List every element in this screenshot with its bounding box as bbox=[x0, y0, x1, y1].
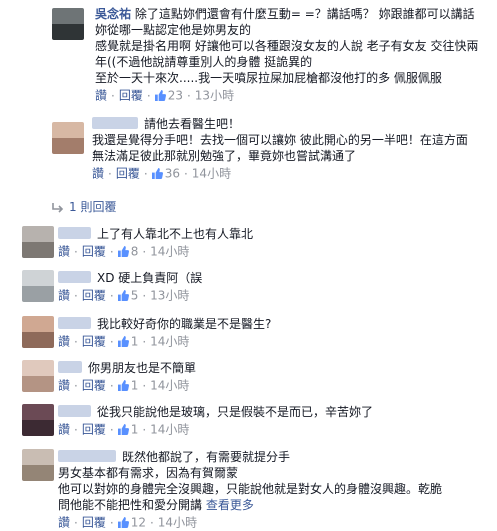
comment-actions: 讚 · 回覆 · 36 · 14小時 bbox=[92, 166, 232, 181]
like-count[interactable]: 8 bbox=[131, 245, 139, 259]
thumbs-up-icon bbox=[117, 380, 129, 391]
view-replies-link[interactable]: 1 則回覆 bbox=[52, 199, 116, 215]
reply-link[interactable]: 回覆 bbox=[82, 245, 106, 259]
see-more-link[interactable]: 查看更多 bbox=[206, 498, 254, 512]
like-count[interactable]: 1 bbox=[131, 379, 139, 393]
thumbs-up-icon bbox=[117, 424, 129, 435]
comment-actions: 讚 · 回覆 · 12 · 14小時 bbox=[58, 515, 198, 530]
avatar[interactable] bbox=[52, 122, 84, 154]
like-link[interactable]: 讚 bbox=[58, 335, 70, 349]
avatar[interactable] bbox=[22, 360, 54, 392]
comment-author[interactable] bbox=[58, 227, 91, 239]
thumbs-up-icon bbox=[154, 90, 166, 101]
like-count[interactable]: 23 bbox=[168, 89, 183, 103]
like-count[interactable]: 12 bbox=[131, 516, 146, 530]
like-count[interactable]: 5 bbox=[131, 289, 139, 303]
comment-author[interactable] bbox=[58, 361, 82, 373]
like-link[interactable]: 讚 bbox=[58, 516, 70, 530]
thumbs-up-icon bbox=[117, 290, 129, 301]
timestamp[interactable]: 14小時 bbox=[192, 167, 231, 181]
avatar[interactable] bbox=[22, 404, 54, 436]
timestamp[interactable]: 14小時 bbox=[150, 335, 189, 349]
avatar[interactable] bbox=[22, 316, 54, 348]
comment-text: 請他去看醫生吧！ bbox=[144, 117, 241, 131]
reply-link[interactable]: 回覆 bbox=[82, 379, 106, 393]
comment-actions: 讚 · 回覆 · 1 · 14小時 bbox=[58, 334, 190, 349]
comment-author[interactable] bbox=[58, 271, 91, 283]
comment-text: 至於一天十來次.....我一天噴尿拉屎加屁槍都沒他打的多 佩服佩服 bbox=[95, 71, 442, 85]
timestamp[interactable]: 14小時 bbox=[150, 245, 189, 259]
comment-text: 我比較好奇你的職業是不是醫生? bbox=[97, 317, 272, 331]
comment-text: 我還是覺得分手吧！去找一個可以讓妳 彼此開心的另一半吧！在這方面 bbox=[92, 133, 468, 147]
comment-actions: 讚 · 回覆 · 1 · 14小時 bbox=[58, 378, 190, 393]
reply-link[interactable]: 回覆 bbox=[82, 516, 106, 530]
timestamp[interactable]: 13小時 bbox=[195, 89, 234, 103]
like-count[interactable]: 1 bbox=[131, 423, 139, 437]
timestamp[interactable]: 14小時 bbox=[150, 379, 189, 393]
reply-link[interactable]: 回覆 bbox=[82, 289, 106, 303]
comment-author[interactable] bbox=[58, 317, 91, 329]
avatar[interactable] bbox=[22, 226, 54, 258]
reply-link[interactable]: 回覆 bbox=[116, 167, 140, 181]
comment-author[interactable] bbox=[58, 450, 116, 462]
reply-link[interactable]: 回覆 bbox=[82, 335, 106, 349]
thumbs-up-icon bbox=[151, 168, 163, 179]
like-link[interactable]: 讚 bbox=[58, 379, 70, 393]
comment-actions: 讚 · 回覆 · 5 · 13小時 bbox=[58, 288, 190, 303]
like-link[interactable]: 讚 bbox=[58, 289, 70, 303]
comment-text: 年((不過他說請尊重別人的身體 挺詭異的 bbox=[95, 55, 313, 69]
comment-text: 問他能不能把性和愛分開講 bbox=[58, 498, 203, 512]
comment-author[interactable] bbox=[92, 117, 138, 129]
comment-text: 他可以對妳的身體完全沒興趣，只能說他就是對女人的身體沒興趣。乾脆 bbox=[58, 482, 443, 496]
like-link[interactable]: 讚 bbox=[58, 423, 70, 437]
thumbs-up-icon bbox=[117, 336, 129, 347]
comment-text: 上了有人靠北不上也有人靠北 bbox=[97, 227, 254, 241]
comment-text: 妳從哪一點認定他是妳男友的 bbox=[95, 23, 252, 37]
comment-text: 你男朋友也是不簡單 bbox=[88, 361, 197, 375]
reply-arrow-icon bbox=[52, 202, 64, 213]
comment-text: 從我只能說他是玻璃，只是假裝不是而已，辛苦妳了 bbox=[97, 405, 374, 419]
like-link[interactable]: 讚 bbox=[58, 245, 70, 259]
reply-link[interactable]: 回覆 bbox=[119, 89, 143, 103]
comment-actions: 讚 · 回覆 · 23 · 13小時 bbox=[95, 88, 235, 103]
like-count[interactable]: 36 bbox=[165, 167, 180, 181]
comment-text: 既然他都說了，有需要就提分手 bbox=[122, 450, 291, 464]
reply-link[interactable]: 回覆 bbox=[82, 423, 106, 437]
comment-text: 除了這點妳們還會有什麼互動= =？講話嗎？ 妳跟誰都可以講話 bbox=[134, 7, 475, 21]
comment-actions: 讚 · 回覆 · 8 · 14小時 bbox=[58, 244, 190, 259]
like-count[interactable]: 1 bbox=[131, 335, 139, 349]
timestamp[interactable]: 13小時 bbox=[150, 289, 189, 303]
timestamp[interactable]: 14小時 bbox=[150, 423, 189, 437]
timestamp[interactable]: 14小時 bbox=[158, 516, 197, 530]
comment-actions: 讚 · 回覆 · 1 · 14小時 bbox=[58, 422, 190, 437]
comment-text: XD 硬上負責阿（誤 bbox=[97, 271, 203, 285]
avatar[interactable] bbox=[52, 8, 84, 40]
comment-author[interactable]: 吳念祐 bbox=[95, 7, 131, 21]
comment-text: 無法滿足彼此那就別勉強了，畢竟妳也嘗試溝通了 bbox=[92, 149, 357, 163]
comment-text: 感覺就是掛名用啊 好讓他可以各種跟沒女友的人說 老子有女友 交往快兩 bbox=[95, 39, 479, 53]
like-link[interactable]: 讚 bbox=[95, 89, 107, 103]
avatar[interactable] bbox=[22, 270, 54, 302]
view-replies-label[interactable]: 1 則回覆 bbox=[69, 200, 116, 214]
avatar[interactable] bbox=[22, 449, 54, 481]
thumbs-up-icon bbox=[117, 246, 129, 257]
comment-author[interactable] bbox=[58, 405, 91, 417]
thumbs-up-icon bbox=[117, 517, 129, 528]
comment-text: 男女基本都有需求，因為有賀爾蒙 bbox=[58, 466, 239, 480]
like-link[interactable]: 讚 bbox=[92, 167, 104, 181]
